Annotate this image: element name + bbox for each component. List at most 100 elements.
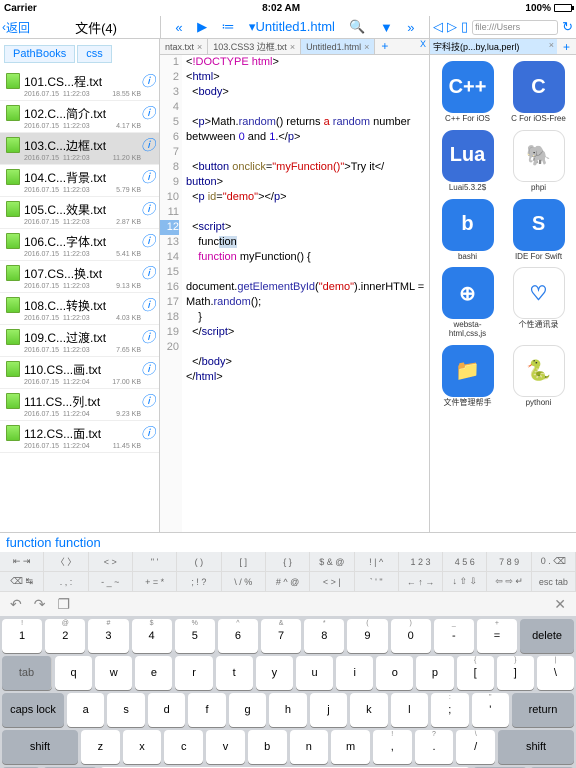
key[interactable]: :; <box>431 693 468 727</box>
url-field[interactable] <box>472 20 558 35</box>
current-file-label[interactable]: ▾Untitled1.html <box>249 19 335 35</box>
key[interactable]: &7 <box>261 619 301 653</box>
key[interactable]: {[ <box>457 656 494 690</box>
symbol-key[interactable]: ( ) <box>177 552 221 572</box>
symbol-key[interactable]: < > <box>89 552 133 572</box>
key[interactable]: n <box>290 730 329 764</box>
key[interactable]: (9 <box>347 619 387 653</box>
key[interactable]: tab <box>2 656 52 690</box>
symbol-key[interactable]: . , : <box>44 572 88 592</box>
symbol-key[interactable]: ` ' " <box>355 572 399 592</box>
symbol-key[interactable]: 4 5 6 <box>443 552 487 572</box>
file-item[interactable]: 112.CS...面.txtⓘ2016.07.15 11:22:0411.45 … <box>0 421 159 453</box>
key[interactable]: i <box>336 656 373 690</box>
info-icon[interactable]: ⓘ <box>141 103 155 123</box>
add-tab-button[interactable]: + <box>375 39 394 54</box>
key[interactable]: g <box>229 693 266 727</box>
key[interactable]: p <box>416 656 453 690</box>
key[interactable]: t <box>216 656 253 690</box>
copy-icon[interactable]: ❐ <box>57 596 70 613</box>
info-icon[interactable]: ⓘ <box>141 231 155 251</box>
code-editor[interactable]: 1234567891011121314151617181920 <!DOCTYP… <box>160 55 429 532</box>
symbol-key[interactable]: 1 2 3 <box>399 552 443 572</box>
first-icon[interactable]: « <box>175 20 182 35</box>
key[interactable]: m <box>331 730 370 764</box>
key[interactable]: h <box>269 693 306 727</box>
file-item[interactable]: 105.C...效果.txtⓘ2016.07.15 11:22:032.87 K… <box>0 197 159 229</box>
file-item[interactable]: 103.C...边框.txtⓘ2016.07.15 11:22:0311.20 … <box>0 133 159 165</box>
info-icon[interactable]: ⓘ <box>141 295 155 315</box>
symbol-key[interactable]: ⌫ ↹ <box>0 572 44 592</box>
symbol-key[interactable]: [ ] <box>222 552 266 572</box>
key[interactable]: ?. <box>415 730 454 764</box>
key[interactable]: d <box>148 693 185 727</box>
key[interactable]: shift <box>498 730 574 764</box>
autocomplete-bar[interactable]: function function <box>0 532 576 552</box>
app-item[interactable]: SIDE For Swift <box>507 199 570 262</box>
symbol-key[interactable]: " ' <box>133 552 177 572</box>
browser-fwd-icon[interactable]: ▷ <box>447 19 457 35</box>
file-item[interactable]: 102.C...简介.txtⓘ2016.07.15 11:22:034.17 K… <box>0 101 159 133</box>
undo-icon[interactable]: ↶ <box>10 596 22 613</box>
keyboard[interactable]: !1@2#3$4%5^6&7*8(9)0_-+=delete tabqwerty… <box>0 616 576 768</box>
file-item[interactable]: 108.C...转换.txtⓘ2016.07.15 11:22:034.03 K… <box>0 293 159 325</box>
add-tab-button[interactable]: + <box>557 40 576 54</box>
app-item[interactable]: 🐍pythoni <box>507 345 570 408</box>
last-icon[interactable]: » <box>407 20 414 35</box>
book-icon[interactable]: ▯ <box>461 19 468 35</box>
key[interactable]: y <box>256 656 293 690</box>
app-item[interactable]: bbashi <box>436 199 499 262</box>
key[interactable]: l <box>391 693 428 727</box>
info-icon[interactable]: ⓘ <box>141 263 155 283</box>
close-icon[interactable]: × <box>197 42 202 52</box>
symbol-key[interactable]: < > | <box>310 572 354 592</box>
symbol-key[interactable]: ↓ ⇧ ⇩ <box>443 572 487 592</box>
key[interactable]: r <box>175 656 212 690</box>
browser-back-icon[interactable]: ◁ <box>433 19 443 35</box>
key[interactable]: delete <box>520 619 574 653</box>
editor-tab[interactable]: 103.CSS3 边框.txt× <box>208 39 301 54</box>
symbol-key[interactable]: + = * <box>133 572 177 592</box>
key[interactable]: u <box>296 656 333 690</box>
symbol-key[interactable]: \ / % <box>222 572 266 592</box>
key[interactable]: return <box>512 693 574 727</box>
back-button[interactable]: ‹返回 <box>0 19 32 36</box>
close-icon[interactable]: × <box>549 40 554 53</box>
key[interactable]: x <box>123 730 162 764</box>
info-icon[interactable]: ⓘ <box>141 71 155 91</box>
app-item[interactable]: 🐘phpi <box>507 130 570 193</box>
app-item[interactable]: C++C++ For iOS <box>436 61 499 124</box>
symbol-key[interactable]: 7 8 9 <box>487 552 531 572</box>
key[interactable]: %5 <box>175 619 215 653</box>
key[interactable]: q <box>55 656 92 690</box>
symbol-key[interactable]: 0 . ⌫ <box>532 552 576 572</box>
key[interactable]: f <box>188 693 225 727</box>
app-item[interactable]: ⊕websta-html,css,js <box>436 267 499 339</box>
crumb-css[interactable]: css <box>77 45 112 63</box>
run-icon[interactable]: ▶ <box>197 19 207 35</box>
key[interactable]: o <box>376 656 413 690</box>
info-icon[interactable]: ⓘ <box>141 167 155 187</box>
info-icon[interactable]: ⓘ <box>141 135 155 155</box>
symbol-key[interactable]: { } <box>266 552 310 572</box>
key[interactable]: caps lock <box>2 693 64 727</box>
key[interactable]: k <box>350 693 387 727</box>
symbol-key[interactable]: $ & @ <box>310 552 354 572</box>
file-item[interactable]: 109.C...过渡.txtⓘ2016.07.15 11:22:037.65 K… <box>0 325 159 357</box>
close-toolbar-icon[interactable]: ✕ <box>554 596 566 613</box>
key[interactable]: \/ <box>456 730 495 764</box>
app-item[interactable]: 📁文件管理帮手 <box>436 345 499 408</box>
app-item[interactable]: LuaLuai5.3.2$ <box>436 130 499 193</box>
editor-tab[interactable]: Untitled1.html× <box>301 39 375 54</box>
key[interactable]: @2 <box>45 619 85 653</box>
info-icon[interactable]: ⓘ <box>141 199 155 219</box>
symbol-key[interactable]: ⇤ ⇥ <box>0 552 44 572</box>
symbol-key[interactable]: esc tab <box>532 572 576 592</box>
key[interactable]: )0 <box>391 619 431 653</box>
key[interactable]: e <box>135 656 172 690</box>
key[interactable]: !, <box>373 730 412 764</box>
file-item[interactable]: 107.CS...换.txtⓘ2016.07.15 11:22:039.13 K… <box>0 261 159 293</box>
close-icon[interactable]: × <box>364 42 369 52</box>
symbol-key[interactable]: ⇦ ⇨ ↵ <box>487 572 531 592</box>
file-item[interactable]: 106.C...字体.txtⓘ2016.07.15 11:22:035.41 K… <box>0 229 159 261</box>
